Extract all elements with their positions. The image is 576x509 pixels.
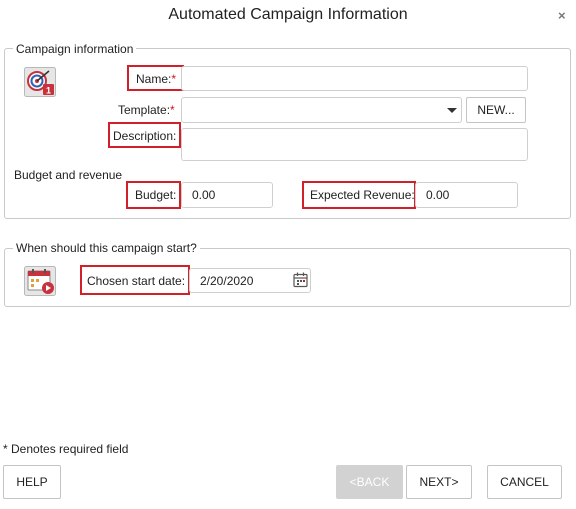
budget-heading: Budget and revenue xyxy=(14,168,123,182)
required-marker: * xyxy=(171,72,177,86)
back-button[interactable]: <BACK xyxy=(336,465,403,499)
description-label: Description: xyxy=(113,129,177,143)
svg-text:1: 1 xyxy=(46,86,51,96)
template-label: Template:* xyxy=(118,103,175,117)
required-field-note: * Denotes required field xyxy=(3,442,129,456)
chevron-down-icon[interactable] xyxy=(447,108,457,113)
help-button[interactable]: HELP xyxy=(3,465,61,499)
dialog-title: Automated Campaign Information xyxy=(168,6,408,23)
required-marker: * xyxy=(170,103,175,117)
name-label: Name:* xyxy=(136,72,177,86)
close-icon[interactable]: × xyxy=(558,9,566,23)
expected-revenue-label: Expected Revenue: xyxy=(310,188,415,202)
start-date-label: Chosen start date: xyxy=(87,274,186,288)
cancel-button[interactable]: CANCEL xyxy=(487,465,562,499)
target-campaign-icon: 1 xyxy=(24,67,56,97)
calendar-start-icon xyxy=(24,266,56,296)
calendar-icon[interactable] xyxy=(293,272,308,288)
name-input[interactable] xyxy=(181,66,528,91)
start-date-legend: When should this campaign start? xyxy=(13,241,200,255)
new-template-button[interactable]: NEW... xyxy=(466,97,526,123)
template-select[interactable] xyxy=(181,97,462,123)
description-input[interactable] xyxy=(181,128,528,161)
next-button[interactable]: NEXT> xyxy=(406,465,472,499)
budget-input[interactable]: 0.00 xyxy=(181,182,273,208)
budget-label: Budget: xyxy=(135,188,177,202)
expected-revenue-input[interactable]: 0.00 xyxy=(415,182,518,208)
campaign-info-legend: Campaign information xyxy=(13,42,137,56)
